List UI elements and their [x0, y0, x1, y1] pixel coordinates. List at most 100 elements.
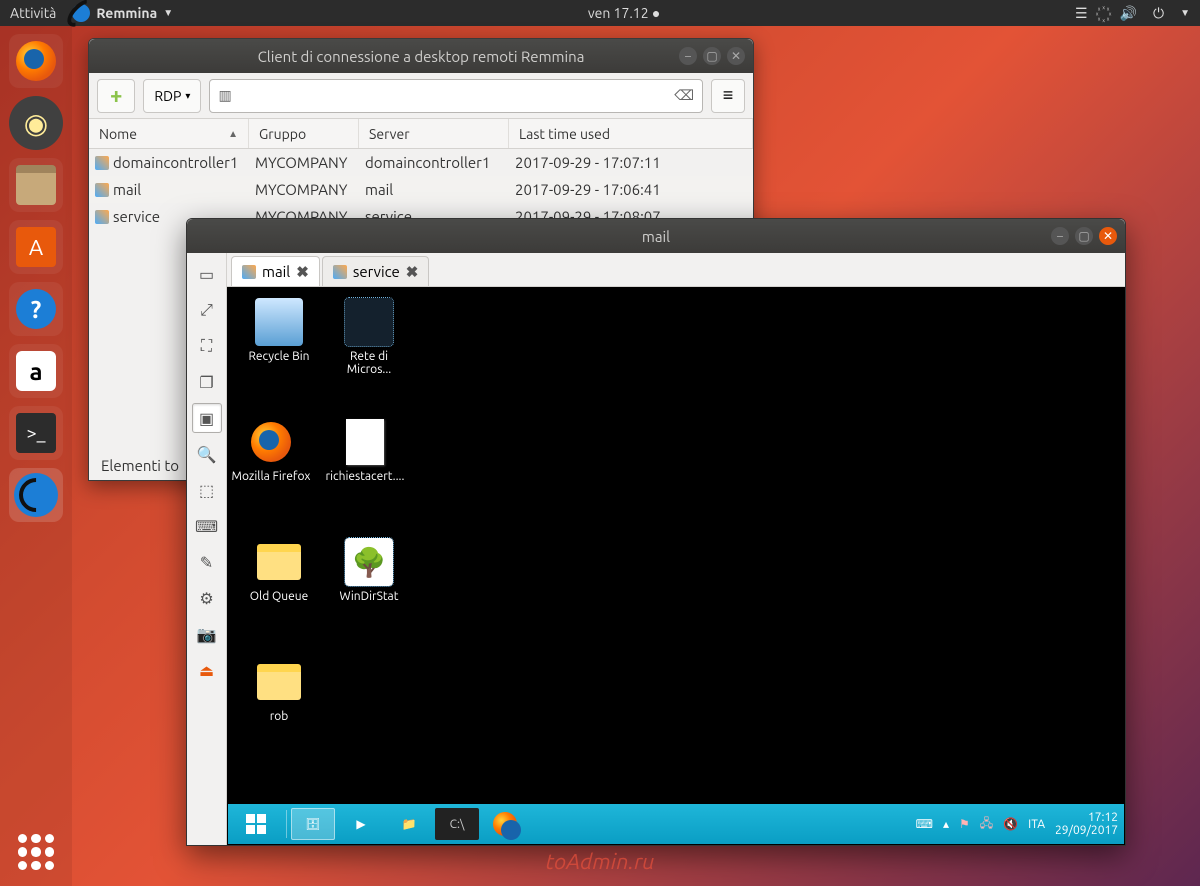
connection-icon [333, 265, 347, 279]
tab-service[interactable]: service ✖ [322, 256, 430, 286]
quick-connect-field[interactable]: ▥ ⌫ [209, 79, 703, 113]
recyclebin-icon [255, 298, 303, 346]
desktop-windirstat[interactable]: 🌳 WinDirStat [328, 538, 410, 603]
tab-close-icon[interactable]: ✖ [296, 263, 309, 281]
remmina-session-window: mail – ▢ ✕ ▭ ⤢ ⛶ ❐ ▣ 🔍 ⬚ ⌨ ✎ ⚙ 📷 ⏏ mail [186, 218, 1126, 846]
remote-desktop-view[interactable]: Recycle Bin Rete di Micros... Mozilla Fi… [227, 287, 1125, 845]
win2-minimize[interactable]: – [1051, 227, 1069, 245]
tray-volume-icon[interactable]: 🔇 [1003, 817, 1018, 831]
tool-fullscreen[interactable]: ⛶ [192, 331, 222, 361]
quick-connect-input[interactable] [238, 88, 675, 104]
help-icon: ? [16, 289, 56, 329]
win1-maximize[interactable]: ▢ [703, 47, 721, 65]
win2-close[interactable]: ✕ [1099, 227, 1117, 245]
network-icon [345, 298, 393, 346]
tab-close-icon[interactable]: ✖ [406, 263, 419, 281]
launcher-rhythmbox[interactable]: ◉ [9, 96, 63, 150]
desktop-rob[interactable]: rob [238, 658, 320, 723]
taskbar-explorer[interactable]: 📁 [387, 808, 431, 840]
notification-dot: ● [652, 5, 660, 21]
taskbar-server-manager[interactable]: 🗄 [291, 808, 335, 840]
terminal-icon: >_ [16, 413, 56, 453]
taskbar-start[interactable] [234, 808, 278, 840]
launcher-files[interactable] [9, 158, 63, 212]
col-server[interactable]: Server [359, 119, 509, 148]
tray-lang[interactable]: ITA [1028, 818, 1045, 831]
launcher-remmina[interactable] [9, 468, 63, 522]
win1-minimize[interactable]: – [679, 47, 697, 65]
firefox-icon [247, 418, 295, 466]
connection-icon [95, 210, 109, 224]
remote-taskbar: 🗄 ▶ 📁 C:\ ⌨ ▴ ⚑ 🖧 🔇 ITA 17:12 2 [228, 804, 1124, 844]
tool-screenshot[interactable]: 📷 [192, 619, 222, 649]
new-connection-button[interactable]: + [97, 79, 135, 113]
show-applications[interactable] [18, 834, 54, 870]
remmina-icon [72, 4, 90, 22]
win1-close[interactable]: ✕ [727, 47, 745, 65]
tray-clock[interactable]: 17:12 29/09/2017 [1055, 811, 1118, 837]
amazon-icon: a [16, 351, 56, 391]
connect-icon: ▥ [218, 87, 231, 104]
launcher-amazon[interactable]: a [9, 344, 63, 398]
tool-fit[interactable]: ⤢ [192, 295, 222, 325]
win1-titlebar[interactable]: Client di connessione a desktop remoti R… [89, 39, 753, 73]
desktop-network[interactable]: Rete di Micros... [328, 298, 410, 376]
top-panel: Attività Remmina ▼ ven 17.12 ● ☰ ꙰ 🔊 ⏻ ▼ [0, 0, 1200, 26]
col-group[interactable]: Gruppo [249, 119, 359, 148]
taskbar-firefox[interactable] [483, 808, 527, 840]
tray-flag-icon[interactable]: ⚑ [959, 817, 970, 831]
tool-switch[interactable]: ❐ [192, 367, 222, 397]
col-last[interactable]: Last time used [509, 119, 753, 148]
tool-zoom[interactable]: 🔍 [192, 439, 222, 469]
volume-icon[interactable]: 🔊 [1120, 5, 1137, 22]
launcher-help[interactable]: ? [9, 282, 63, 336]
session-tabs: mail ✖ service ✖ [227, 253, 1125, 287]
table-row[interactable]: domaincontroller1 MYCOMPANY domaincontro… [89, 149, 753, 176]
firefox-icon [493, 812, 517, 836]
tool-disconnect[interactable]: ⏏ [192, 655, 222, 685]
menu-button[interactable]: ≡ [711, 79, 745, 113]
connection-icon [95, 156, 109, 170]
connection-table-header: Nome▲ Gruppo Server Last time used [89, 119, 753, 149]
col-name[interactable]: Nome▲ [89, 119, 249, 148]
launcher-terminal[interactable]: >_ [9, 406, 63, 460]
power-icon[interactable]: ⏻ [1153, 5, 1164, 22]
file-icon [341, 418, 389, 466]
tab-mail[interactable]: mail ✖ [231, 256, 320, 286]
desktop-oldqueue[interactable]: Old Queue [238, 538, 320, 603]
win2-title: mail [642, 228, 670, 245]
tool-screen[interactable]: ▭ [192, 259, 222, 289]
files-icon [16, 165, 56, 205]
tool-refresh[interactable]: ✎ [192, 547, 222, 577]
tool-prefs[interactable]: ⚙ [192, 583, 222, 613]
panel-clock[interactable]: ven 17.12 [588, 5, 649, 21]
desktop-firefox[interactable]: Mozilla Firefox [230, 418, 312, 483]
watermark: toAdmin.ru [546, 849, 655, 874]
launcher-firefox[interactable] [9, 34, 63, 88]
win1-toolbar: + RDP ▾ ▥ ⌫ ≡ [89, 73, 753, 119]
tray-network-icon[interactable]: 🖧 [980, 814, 993, 835]
desktop-file[interactable]: richiestacert.... [324, 418, 406, 483]
clear-icon[interactable]: ⌫ [674, 87, 694, 104]
tool-grab[interactable]: ⬚ [192, 475, 222, 505]
launcher-software[interactable]: A [9, 220, 63, 274]
protocol-select[interactable]: RDP ▾ [143, 79, 201, 113]
tray-keyboard-icon[interactable]: ⌨ [916, 817, 933, 831]
system-menu-chevron[interactable]: ▼ [1180, 7, 1190, 19]
win2-titlebar[interactable]: mail – ▢ ✕ [187, 219, 1125, 253]
app-menu[interactable]: Remmina ▼ [72, 4, 173, 22]
accessibility-icon[interactable]: ☰ [1075, 5, 1088, 22]
connection-icon [95, 183, 109, 197]
activities-button[interactable]: Attività [10, 5, 56, 21]
taskbar-cmd[interactable]: C:\ [435, 808, 479, 840]
tool-keyboard[interactable]: ⌨ [192, 511, 222, 541]
software-icon: A [16, 227, 56, 267]
table-row[interactable]: mail MYCOMPANY mail 2017-09-29 - 17:06:4… [89, 176, 753, 203]
taskbar-powershell[interactable]: ▶ [339, 808, 383, 840]
session-toolbar: ▭ ⤢ ⛶ ❐ ▣ 🔍 ⬚ ⌨ ✎ ⚙ 📷 ⏏ [187, 253, 227, 845]
win2-maximize[interactable]: ▢ [1075, 227, 1093, 245]
win1-title: Client di connessione a desktop remoti R… [258, 48, 585, 65]
tool-scale[interactable]: ▣ [192, 403, 222, 433]
desktop-recyclebin[interactable]: Recycle Bin [238, 298, 320, 363]
tray-up-icon[interactable]: ▴ [943, 817, 949, 831]
